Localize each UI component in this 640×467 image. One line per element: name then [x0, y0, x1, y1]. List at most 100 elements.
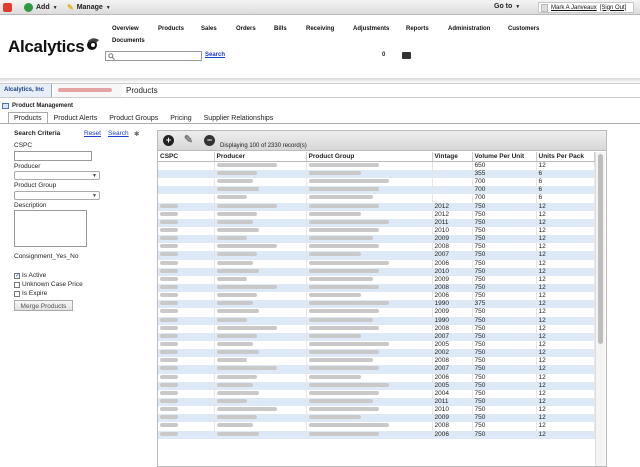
tab-supplier-relationships[interactable]: Supplier Relationships [198, 112, 280, 123]
table-row[interactable]: 700 6 [158, 194, 595, 203]
global-search-input[interactable] [105, 51, 202, 61]
product-group-select[interactable]: ▼ [14, 191, 100, 200]
table-row[interactable]: 2008 750 12 [158, 283, 595, 293]
table-row[interactable]: 2002 750 12 [158, 349, 595, 358]
table-row[interactable]: 2005 750 12 [158, 340, 595, 350]
goto-menu[interactable]: Go to ▼ [494, 3, 520, 10]
table-row[interactable]: 2006 750 12 [158, 292, 595, 301]
table-row[interactable]: 2009 750 12 [158, 275, 595, 284]
nav-sales[interactable]: Sales [201, 26, 217, 32]
nav-products[interactable]: Products [158, 26, 184, 32]
table-row[interactable]: 2012 750 12 [158, 202, 595, 211]
manage-menu[interactable]: ✎ Manage ▼ [67, 3, 111, 12]
table-row[interactable]: 2008 750 12 [158, 243, 595, 252]
table-row[interactable]: 2005 750 12 [158, 381, 595, 390]
nav-reports[interactable]: Reports [406, 26, 429, 32]
chevron-down-icon: ▼ [52, 4, 58, 11]
table-row[interactable]: 2011 750 12 [158, 218, 595, 227]
nav-overview[interactable]: Overview [112, 26, 139, 32]
table-row[interactable]: 650 12 [158, 161, 595, 170]
global-search-button[interactable]: Search [205, 52, 225, 58]
cspc-input[interactable] [14, 151, 92, 161]
reset-link[interactable]: Reset [84, 130, 101, 137]
table-row[interactable]: 2006 750 12 [158, 430, 595, 439]
table-row[interactable]: 2009 750 12 [158, 414, 595, 423]
unknown-case-price-row[interactable]: Unknown Case Price [14, 281, 83, 288]
description-textarea[interactable] [14, 210, 87, 247]
unknown-case-price-checkbox[interactable] [14, 281, 20, 288]
table-row[interactable]: 2004 750 12 [158, 389, 595, 398]
tab-products[interactable]: Products [8, 112, 48, 123]
table-row[interactable]: 2006 750 12 [158, 259, 595, 268]
cell-volume-per-unit: 750 [472, 316, 537, 325]
add-menu[interactable]: Add ▼ [24, 3, 58, 12]
table-row[interactable]: 2012 750 12 [158, 210, 595, 219]
nav-administration[interactable]: Administration [448, 26, 490, 32]
table-row[interactable]: 700 6 [158, 186, 595, 195]
nav-bills[interactable]: Bills [274, 26, 287, 32]
redacted-text [160, 431, 178, 436]
table-row[interactable]: 2007 750 12 [158, 332, 595, 341]
home-icon[interactable] [3, 3, 12, 12]
breadcrumb-redacted[interactable] [54, 84, 122, 97]
table-row[interactable]: 2008 750 12 [158, 357, 595, 366]
table-row[interactable]: 2009 750 12 [158, 235, 595, 244]
tab-product-alerts[interactable]: Product Alerts [48, 112, 104, 123]
cell-product-group [306, 381, 433, 390]
table-row[interactable]: 1990 375 12 [158, 300, 595, 309]
nav-customers[interactable]: Customers [508, 26, 539, 32]
nav-receiving[interactable]: Receiving [306, 26, 334, 32]
table-row[interactable]: 2007 750 12 [158, 251, 595, 260]
remove-icon[interactable]: − [204, 135, 215, 146]
table-row[interactable]: 2009 750 12 [158, 308, 595, 317]
consignment-label[interactable]: Consignment_Yes_No [14, 253, 78, 260]
gear-icon[interactable]: ✱ [134, 130, 139, 138]
is-expire-row[interactable]: Is Expire [14, 290, 47, 297]
table-row[interactable]: 2010 750 12 [158, 267, 595, 276]
column-header-producer[interactable]: Producer [214, 152, 307, 162]
is-active-row[interactable]: Is Active [14, 272, 46, 279]
sign-out-link[interactable]: [Sign Out] [600, 5, 627, 11]
is-expire-checkbox[interactable] [14, 290, 20, 297]
user-name-link[interactable]: Mark A Janveaux [551, 5, 597, 11]
table-row[interactable]: 2007 750 12 [158, 365, 595, 374]
tab-product-groups[interactable]: Product Groups [103, 112, 164, 123]
cell-volume-per-unit: 750 [472, 202, 537, 211]
nav-adjustments[interactable]: Adjustments [353, 26, 389, 32]
breadcrumb-company[interactable]: Alcalytics, Inc [0, 84, 52, 97]
cell-units-per-pack: 6 [536, 178, 595, 187]
column-header-vintage[interactable]: Vintage [432, 152, 473, 162]
table-row[interactable]: 355 6 [158, 170, 595, 179]
grid-scrollbar[interactable] [595, 152, 605, 466]
table-row[interactable]: 2008 750 12 [158, 422, 595, 431]
redacted-text [308, 285, 379, 290]
nav-documents[interactable]: Documents [112, 38, 145, 44]
producer-select[interactable]: ▼ [14, 171, 100, 180]
table-row[interactable]: 2006 750 12 [158, 373, 595, 382]
redacted-text [308, 325, 379, 330]
add-icon[interactable]: + [163, 135, 174, 146]
table-row[interactable]: 2010 750 12 [158, 226, 595, 236]
is-active-checkbox[interactable] [14, 272, 20, 279]
nav-orders[interactable]: Orders [236, 26, 256, 32]
inbox-icon[interactable] [402, 52, 411, 59]
cell-volume-per-unit: 750 [472, 226, 537, 236]
table-row[interactable]: 700 6 [158, 178, 595, 187]
column-header-volume-per-unit[interactable]: Volume Per Unit [472, 152, 537, 162]
redacted-text [216, 301, 253, 306]
pencil-icon[interactable]: ✎ [183, 135, 194, 146]
column-header-units-per-pack[interactable]: Units Per Pack [536, 152, 595, 162]
merge-products-button[interactable]: Merge Products [14, 300, 73, 311]
column-header-cspc[interactable]: CSPC [158, 152, 215, 162]
column-header-product-group[interactable]: Product Group [306, 152, 433, 162]
table-row[interactable]: 2010 750 12 [158, 406, 595, 415]
cell-cspc [158, 226, 215, 236]
table-row[interactable]: 1990 750 12 [158, 316, 595, 325]
search-link[interactable]: Search [108, 130, 129, 137]
tab-pricing[interactable]: Pricing [164, 112, 197, 123]
cell-vintage: 2005 [432, 340, 473, 350]
grid-scroll-thumb[interactable] [598, 154, 603, 344]
table-row[interactable]: 2011 750 12 [158, 397, 595, 407]
table-row[interactable]: 2008 750 12 [158, 324, 595, 333]
cell-vintage: 2010 [432, 406, 473, 415]
